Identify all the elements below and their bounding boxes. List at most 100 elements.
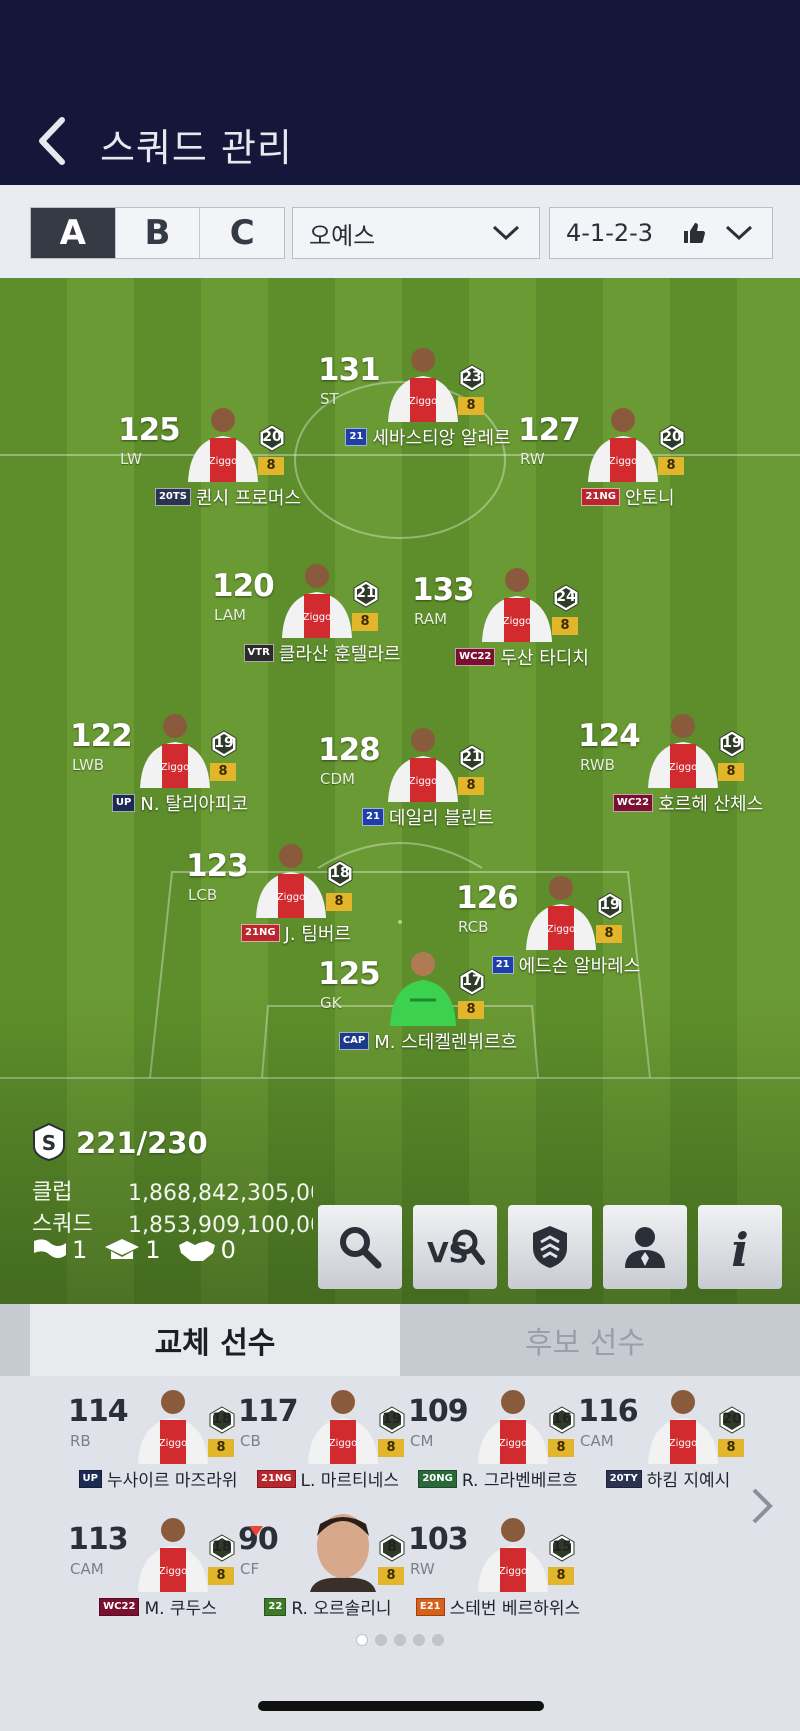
tab-substitutes[interactable]: 교체 선수	[30, 1304, 400, 1376]
player-name: 퀸시 프로머스	[195, 488, 302, 509]
player-card[interactable]: Ziggo 125 LW 20 8 20TS 퀸시 프로머스	[118, 396, 308, 516]
player-position: CDM	[320, 770, 355, 788]
player-name: 클라산 훈텔라르	[278, 644, 401, 665]
player-name: M. 스테켈렌뷔르흐	[374, 1032, 518, 1053]
player-level: 20	[262, 429, 282, 445]
player-level: 21	[462, 749, 482, 765]
player-card[interactable]: Ziggo 133 RAM 24 8 WC22 두산 타디치	[412, 556, 602, 676]
sub-card[interactable]: Ziggo 117 CB 19 8 21NG L. 마르티네스	[238, 1378, 408, 1508]
player-name: 에드손 알바레스	[518, 956, 641, 977]
player-position: CAM	[580, 1432, 614, 1450]
person-icon	[625, 1227, 665, 1268]
player-name-row: WC22 M. 쿠두스	[68, 1594, 248, 1619]
player-card[interactable]: Ziggo 128 CDM 21 8 21 데일리 블린트	[318, 716, 508, 836]
tab-squad-b[interactable]: B	[116, 208, 201, 258]
shield-icon	[533, 1226, 567, 1268]
player-position: LW	[120, 450, 142, 468]
manager-button[interactable]	[603, 1205, 687, 1289]
search-button[interactable]	[318, 1205, 402, 1289]
squad-toolbar: A B C 오예스 4-1-2-3	[0, 185, 800, 278]
sub-card[interactable]: Ziggo 116 CAM 20 8 20TY 하킴 지예시	[578, 1378, 748, 1508]
club-value-row: 클럽 1,868,842,305,000 BP	[32, 1174, 313, 1206]
player-card[interactable]: 125 GK 17 8 CAP M. 스테켈렌뷔르흐	[318, 940, 517, 1060]
season-badge: CAP	[338, 1032, 370, 1050]
player-card[interactable]: Ziggo 124 RWB 19 8 WC22 호르헤 산체스	[578, 702, 768, 822]
enhance-level: 8	[596, 925, 622, 943]
season-badge: 21NG	[241, 924, 280, 942]
player-photo	[380, 940, 466, 1026]
season-badge: 20TS	[154, 488, 191, 506]
back-chevron-icon[interactable]	[30, 112, 78, 170]
squad-tab-group: A B C	[30, 207, 285, 259]
handshake-count: 0	[220, 1236, 236, 1264]
squad-value-label: 스쿼드	[32, 1212, 93, 1237]
sub-card[interactable]: Ziggo 114 RB 18 8 UP 누사이르 마즈라위	[68, 1378, 238, 1508]
tab-squad-a[interactable]: A	[31, 208, 116, 258]
player-card[interactable]: Ziggo 120 LAM 21 8 VTR 클라산 훈텔라르	[212, 552, 402, 672]
graduation-cap-icon	[105, 1239, 140, 1259]
sub-card[interactable]: 90 CF 8 8 22 R. 오르솔리니	[238, 1506, 408, 1636]
player-name: 스테번 베르하위스	[449, 1599, 581, 1619]
player-level: 18	[330, 865, 350, 881]
season-badge: UP	[111, 794, 136, 812]
svg-text:Ziggo: Ziggo	[499, 1566, 527, 1577]
player-card[interactable]: Ziggo 131 ST 23 8 21 세바스티앙 알레르	[318, 336, 511, 456]
tab-reserves[interactable]: 후보 선수	[400, 1304, 770, 1376]
player-photo: Ziggo	[130, 1378, 216, 1464]
chevron-right-icon[interactable]	[748, 1486, 776, 1526]
club-value-label: 클럽	[32, 1180, 73, 1205]
sub-card[interactable]: Ziggo 113 CAM 18 8 WC22 M. 쿠두스	[68, 1506, 238, 1636]
squad-value: 1,853,909,100,000 BP	[128, 1213, 313, 1238]
player-card[interactable]: Ziggo 123 LCB 18 8 21NG J. 팀버르	[186, 832, 376, 952]
player-name: R. 오르솔리니	[291, 1599, 392, 1619]
player-name: 하킴 지예시	[646, 1471, 731, 1491]
player-name: 세바스티앙 알레르	[372, 428, 511, 449]
season-badge: VTR	[243, 644, 274, 662]
home-indicator	[258, 1701, 544, 1711]
player-level: 8	[387, 1539, 397, 1555]
player-position: LWB	[72, 756, 105, 774]
player-name-row: 20TY 하킴 지예시	[578, 1466, 758, 1491]
player-level: 19	[382, 1411, 402, 1427]
page-dot-active[interactable]	[356, 1634, 368, 1646]
tab-squad-c[interactable]: C	[200, 208, 284, 258]
player-photo: Ziggo	[580, 396, 666, 482]
player-ovr: 125	[118, 412, 181, 448]
player-photo: Ziggo	[470, 1506, 556, 1592]
cap-count: 1	[145, 1236, 161, 1264]
player-ovr: 103	[408, 1522, 469, 1557]
player-name-row: E21 스테번 베르하위스	[408, 1594, 588, 1619]
page-dot[interactable]	[413, 1634, 425, 1646]
club-value: 1,868,842,305,000 BP	[128, 1181, 313, 1206]
player-name-row: 21 세바스티앙 알레르	[318, 424, 538, 450]
flag-icon	[34, 1239, 66, 1261]
enhance-level: 8	[458, 1001, 484, 1019]
season-badge: 21	[345, 428, 368, 446]
vs-search-button[interactable]: VS	[413, 1205, 497, 1289]
enhance-level: 8	[208, 1567, 234, 1585]
player-level: 17	[462, 973, 482, 989]
team-emblem-button[interactable]	[508, 1205, 592, 1289]
player-position: RCB	[458, 918, 489, 936]
player-card[interactable]: Ziggo 127 RW 20 8 21NG 안토니	[518, 396, 708, 516]
player-ovr: 124	[578, 718, 641, 754]
info-icon: i	[731, 1223, 748, 1272]
page-dot[interactable]	[394, 1634, 406, 1646]
page-dot[interactable]	[375, 1634, 387, 1646]
player-name-row: 20TS 퀸시 프로머스	[118, 484, 338, 510]
squad-action-buttons: VS i	[318, 1205, 793, 1289]
player-card[interactable]: Ziggo 122 LWB 19 8 UP N. 탈리아피코	[70, 702, 260, 822]
page-dot[interactable]	[432, 1634, 444, 1646]
info-button[interactable]: i	[698, 1205, 782, 1289]
formation-select[interactable]: 4-1-2-3	[549, 207, 773, 259]
svg-text:Ziggo: Ziggo	[329, 1438, 357, 1449]
team-select[interactable]: 오예스	[292, 207, 540, 259]
enhance-level: 8	[378, 1567, 404, 1585]
player-name: L. 마르티네스	[300, 1471, 399, 1491]
player-ovr: 125	[318, 956, 381, 992]
player-level: 18	[212, 1539, 232, 1555]
player-photo: Ziggo	[180, 396, 266, 482]
sub-card[interactable]: Ziggo 109 CM 16 8 20NG R. 그라벤베르흐	[408, 1378, 578, 1508]
sub-card[interactable]: Ziggo 103 RW 15 8 E21 스테번 베르하위스	[408, 1506, 580, 1636]
squad-value-row: 스쿼드 1,853,909,100,000 BP	[32, 1206, 313, 1238]
